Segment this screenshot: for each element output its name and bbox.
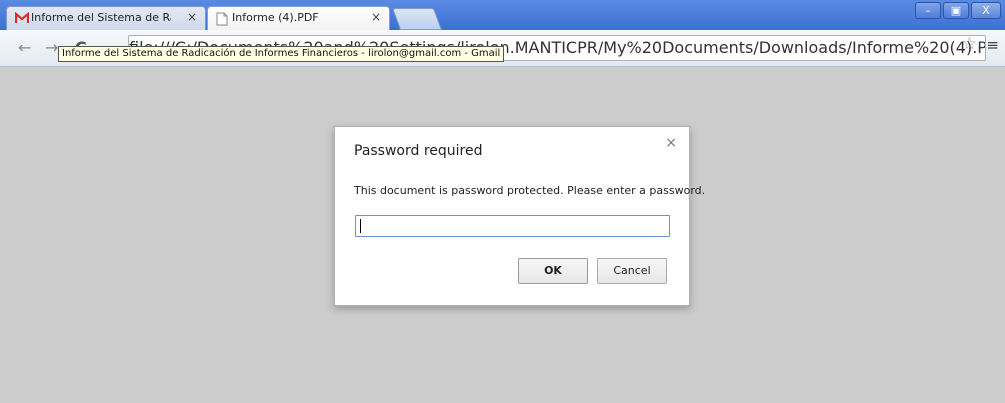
password-dialog: Password required × This document is pas… [334, 126, 705, 306]
gmail-icon [14, 11, 30, 27]
tab-close-icon[interactable]: × [187, 10, 197, 24]
window-controls: – ▣ X [915, 2, 1001, 19]
new-tab-button[interactable] [391, 8, 443, 30]
pdf-viewer-area: Password required × This document is pas… [0, 67, 1005, 403]
close-window-button[interactable]: X [971, 2, 1001, 19]
minimize-button[interactable]: – [915, 2, 941, 19]
ok-button[interactable]: OK [518, 258, 588, 284]
title-bar: Informe del Sistema de Radic × Informe (… [0, 0, 1005, 31]
text-caret [360, 219, 361, 233]
document-icon [216, 12, 228, 29]
dialog-title: Password required [354, 143, 483, 159]
forward-button[interactable]: → [45, 38, 58, 57]
menu-icon[interactable]: ≡ [986, 36, 999, 54]
back-button[interactable]: ← [18, 38, 31, 57]
maximize-button[interactable]: ▣ [943, 2, 969, 19]
tab-close-icon[interactable]: × [371, 10, 381, 24]
dialog-close-icon[interactable]: × [665, 135, 677, 151]
password-input[interactable] [355, 215, 670, 237]
dialog-message: This document is password protected. Ple… [354, 184, 706, 197]
cancel-button[interactable]: Cancel [597, 258, 667, 284]
tab-title: Informe del Sistema de Radic [31, 11, 171, 24]
tab-pdf[interactable]: Informe (4).PDF × [207, 6, 390, 30]
tab-gmail[interactable]: Informe del Sistema de Radic × [6, 6, 206, 30]
tab-title: Informe (4).PDF [232, 11, 319, 24]
bookmark-star-icon[interactable]: ☆ [962, 34, 977, 54]
tab-tooltip: Informe del Sistema de Radicación de Inf… [58, 46, 505, 62]
